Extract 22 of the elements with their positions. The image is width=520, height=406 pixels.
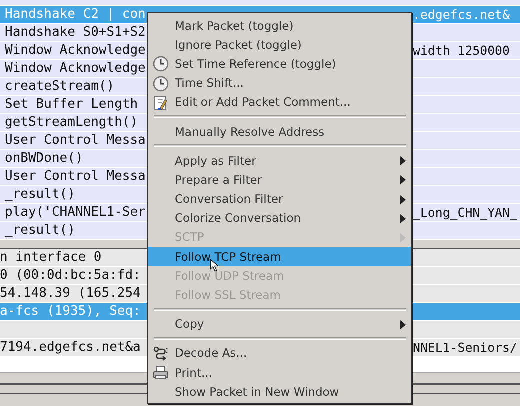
table-cell: Handshake S0+S1+S2	[5, 25, 146, 40]
table-cell: 54.148.39 (165.254	[0, 286, 141, 301]
table-cell: 7194.edgefcs.net&a	[0, 340, 141, 355]
table-cell: _result()	[5, 187, 76, 202]
table-cell: width 1250000	[413, 43, 510, 58]
table-cell: a-fcs (1935), Seq:	[0, 304, 141, 319]
table-cell: Handshake C2 | con	[5, 7, 146, 22]
table-cell: Window Acknowledge	[5, 61, 146, 76]
table-cell: 0 (00:0d:bc:5a:fd:	[0, 268, 141, 283]
table-cell: _Long_CHN_YAN_	[413, 205, 518, 220]
table-cell: createStream()	[5, 79, 115, 94]
table-cell: Window Acknowledge	[5, 43, 146, 58]
table-cell: Set Buffer Length	[5, 97, 138, 112]
table-cell: onBWDone()	[5, 151, 84, 166]
table-cell: getStreamLength()	[5, 115, 138, 130]
table-cell: .edgefcs.net&	[413, 7, 510, 22]
table-cell: _result()	[5, 223, 76, 238]
table-cell: User Control Messa	[5, 133, 146, 148]
table-cell: play('CHANNEL1-Ser	[5, 205, 146, 220]
table-cell: n interface 0	[0, 250, 102, 265]
table-cell: User Control Messa	[5, 169, 146, 184]
table-cell: NNEL1-Seniors/	[413, 340, 518, 355]
